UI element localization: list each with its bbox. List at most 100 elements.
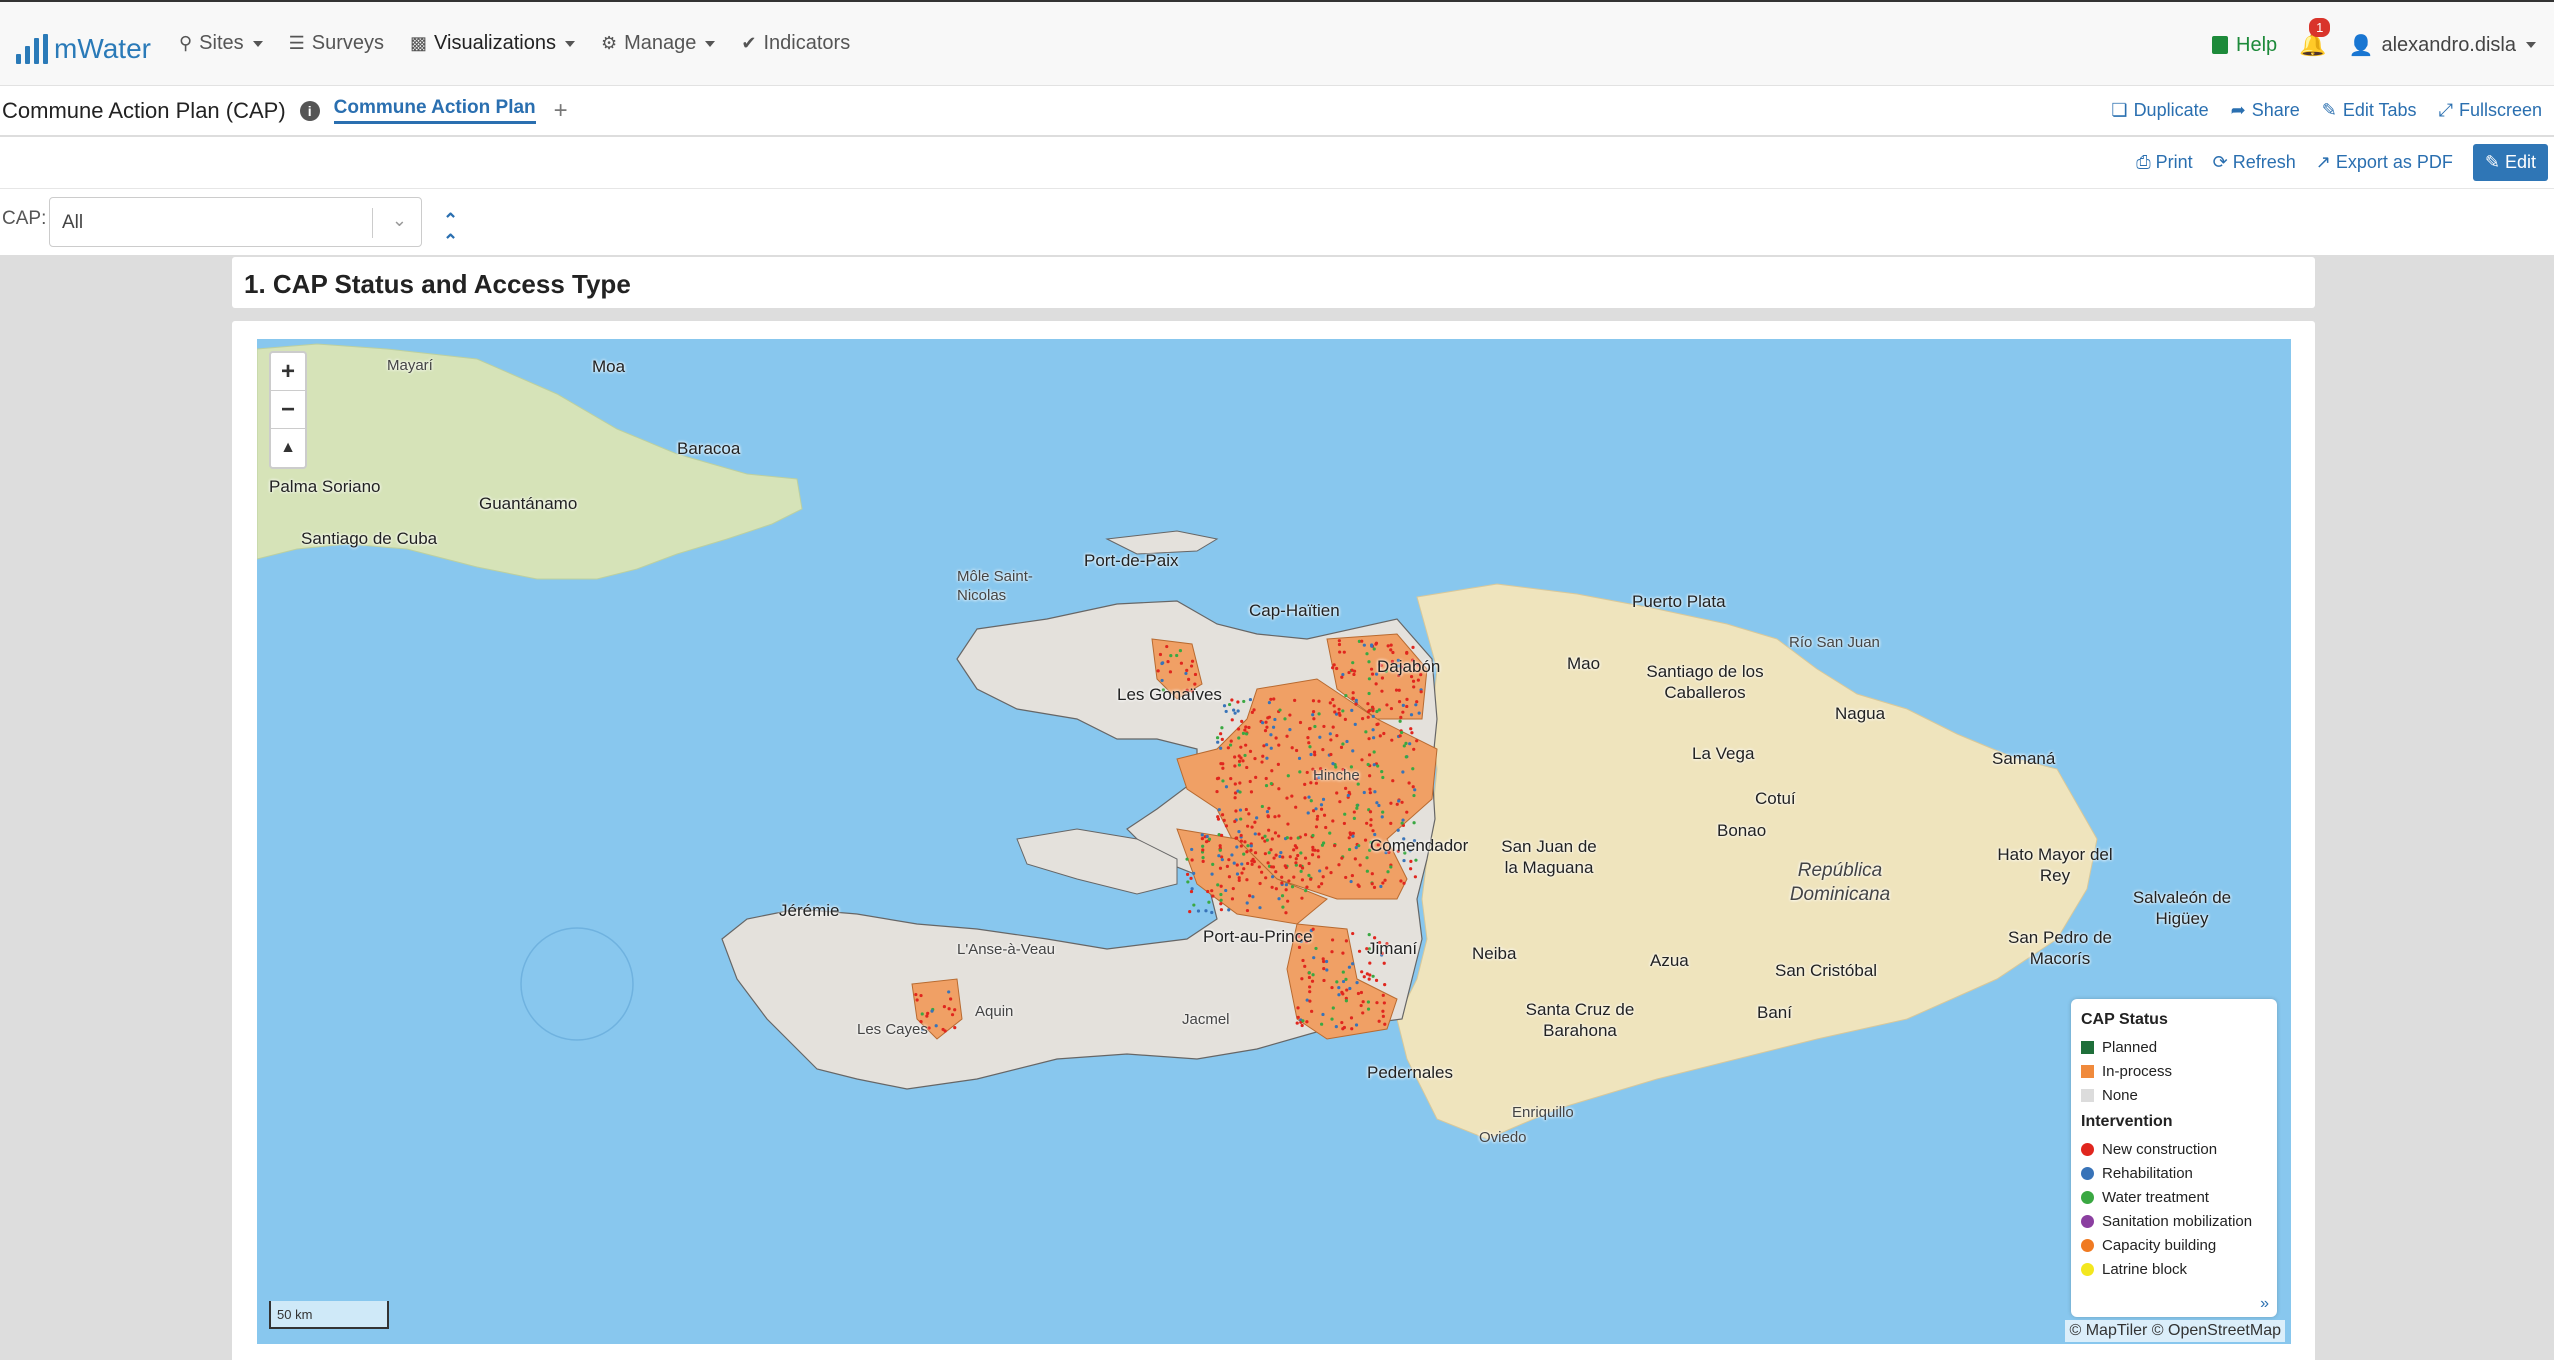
intervention-point bbox=[1280, 894, 1285, 898]
intervention-point bbox=[1320, 882, 1324, 886]
intervention-point bbox=[1243, 728, 1247, 732]
duplicate-button[interactable]: ❏ Duplicate bbox=[2111, 100, 2208, 121]
scale-bar: 50 km bbox=[269, 1301, 389, 1329]
intervention-point bbox=[1335, 980, 1339, 984]
refresh-button[interactable]: ⟳ Refresh bbox=[2213, 152, 2296, 173]
user-menu[interactable]: 👤 alexandro.disla bbox=[2349, 33, 2536, 58]
intervention-point bbox=[1332, 663, 1336, 667]
intervention-point bbox=[1294, 805, 1298, 809]
intervention-point bbox=[949, 997, 953, 1001]
nav-indicators[interactable]: ✔ Indicators bbox=[741, 32, 850, 55]
intervention-point bbox=[1285, 796, 1289, 800]
intervention-point bbox=[1222, 704, 1227, 708]
intervention-point bbox=[1219, 746, 1223, 750]
intervention-point bbox=[1311, 833, 1315, 838]
reset-north-button[interactable]: ▲ bbox=[271, 429, 305, 467]
print-button[interactable]: ⎙ Print bbox=[2136, 152, 2192, 173]
help-button[interactable]: Help bbox=[2212, 34, 2277, 57]
share-button[interactable]: ➦ Share bbox=[2231, 100, 2300, 121]
intervention-point bbox=[1372, 763, 1376, 767]
intervention-point bbox=[1376, 722, 1380, 726]
intervention-point bbox=[1299, 869, 1303, 873]
intervention-point bbox=[1225, 864, 1230, 868]
zoom-out-button[interactable]: − bbox=[271, 391, 305, 429]
intervention-point bbox=[1156, 669, 1160, 673]
intervention-point bbox=[1372, 736, 1376, 740]
nav-visualizations[interactable]: ▩ Visualizations bbox=[410, 32, 575, 55]
intervention-point bbox=[1399, 879, 1403, 883]
place-label: República Dominicana bbox=[1789, 860, 1891, 905]
add-tab-icon[interactable]: + bbox=[554, 97, 568, 125]
intervention-point bbox=[1257, 865, 1261, 869]
intervention-point bbox=[1352, 810, 1356, 814]
intervention-point bbox=[1263, 852, 1267, 856]
intervention-point bbox=[1330, 1017, 1334, 1021]
mwater-logo[interactable]: mWater bbox=[16, 24, 151, 64]
intervention-point bbox=[1160, 678, 1164, 683]
nav-sites[interactable]: ⚲ Sites bbox=[179, 32, 263, 55]
intervention-point bbox=[1416, 678, 1420, 682]
intervention-point bbox=[1354, 702, 1358, 706]
zoom-in-button[interactable]: + bbox=[271, 353, 305, 391]
intervention-point bbox=[1381, 993, 1385, 997]
intervention-point bbox=[1307, 971, 1311, 975]
intervention-point bbox=[1240, 871, 1244, 875]
intervention-point bbox=[1277, 814, 1281, 818]
intervention-point bbox=[1277, 834, 1281, 838]
intervention-point bbox=[1368, 810, 1373, 814]
intervention-point bbox=[1344, 939, 1348, 943]
intervention-point bbox=[1303, 833, 1308, 837]
intervention-point bbox=[915, 998, 919, 1002]
nav-surveys[interactable]: ☰ Surveys bbox=[289, 32, 384, 55]
nav-manage[interactable]: ⚙ Manage bbox=[601, 32, 716, 55]
edit-tabs-button[interactable]: ✎ Edit Tabs bbox=[2322, 100, 2417, 121]
intervention-point bbox=[1189, 876, 1193, 880]
intervention-point bbox=[1267, 851, 1271, 855]
intervention-point bbox=[1269, 848, 1273, 852]
map-legend: CAP Status Planned In-process None Inter… bbox=[2071, 999, 2277, 1317]
place-label: Les Cayes bbox=[857, 1021, 928, 1038]
intervention-point bbox=[1331, 725, 1335, 729]
map-attribution[interactable]: © MapTiler © OpenStreetMap bbox=[2065, 1320, 2285, 1342]
intervention-point bbox=[1296, 1015, 1300, 1019]
intervention-point bbox=[1247, 725, 1251, 730]
info-icon[interactable]: i bbox=[299, 100, 320, 121]
tab-commune-action-plan[interactable]: Commune Action Plan bbox=[333, 97, 536, 124]
intervention-point bbox=[1308, 726, 1312, 731]
intervention-point bbox=[1308, 985, 1312, 989]
intervention-point bbox=[1365, 869, 1369, 873]
export-pdf-button[interactable]: ↗ Export as PDF bbox=[2316, 152, 2453, 173]
intervention-point bbox=[1270, 885, 1274, 889]
intervention-point bbox=[953, 1026, 957, 1030]
fullscreen-button[interactable]: ⤢ Fullscreen bbox=[2439, 100, 2542, 121]
intervention-point bbox=[1253, 832, 1257, 836]
place-label: Mao bbox=[1567, 654, 1601, 673]
collapse-filters-icon[interactable]: ⌃ ⌃ bbox=[443, 210, 458, 252]
intervention-point bbox=[1207, 900, 1211, 904]
intervention-point bbox=[1341, 951, 1345, 955]
intervention-point bbox=[1397, 699, 1402, 704]
intervention-point bbox=[1297, 756, 1302, 760]
intervention-point bbox=[1300, 1023, 1304, 1028]
intervention-point bbox=[1334, 1025, 1338, 1029]
intervention-point bbox=[1205, 834, 1209, 839]
intervention-point bbox=[1298, 864, 1302, 868]
intervention-point bbox=[1344, 999, 1348, 1003]
intervention-point bbox=[1227, 875, 1232, 879]
intervention-point bbox=[1263, 729, 1268, 733]
intervention-point bbox=[1278, 708, 1282, 712]
intervention-point bbox=[1397, 688, 1401, 692]
map-canvas[interactable]: + − ▲ Moa Mayarí Baracoa Palma Soriano G… bbox=[257, 339, 2291, 1344]
intervention-point bbox=[1366, 1007, 1371, 1011]
notifications-button[interactable]: 🔔 1 bbox=[2299, 18, 2331, 58]
edit-button[interactable]: ✎ Edit bbox=[2472, 144, 2548, 181]
intervention-point bbox=[1250, 859, 1254, 863]
legend-collapse-icon[interactable]: » bbox=[2260, 1295, 2269, 1313]
intervention-point bbox=[1371, 829, 1375, 833]
intervention-point bbox=[1288, 713, 1292, 717]
intervention-point bbox=[1367, 691, 1371, 696]
intervention-point bbox=[1350, 668, 1354, 672]
intervention-point bbox=[1271, 875, 1275, 879]
intervention-point bbox=[1375, 801, 1379, 805]
cap-filter-select[interactable]: All ⌄ bbox=[49, 197, 422, 247]
